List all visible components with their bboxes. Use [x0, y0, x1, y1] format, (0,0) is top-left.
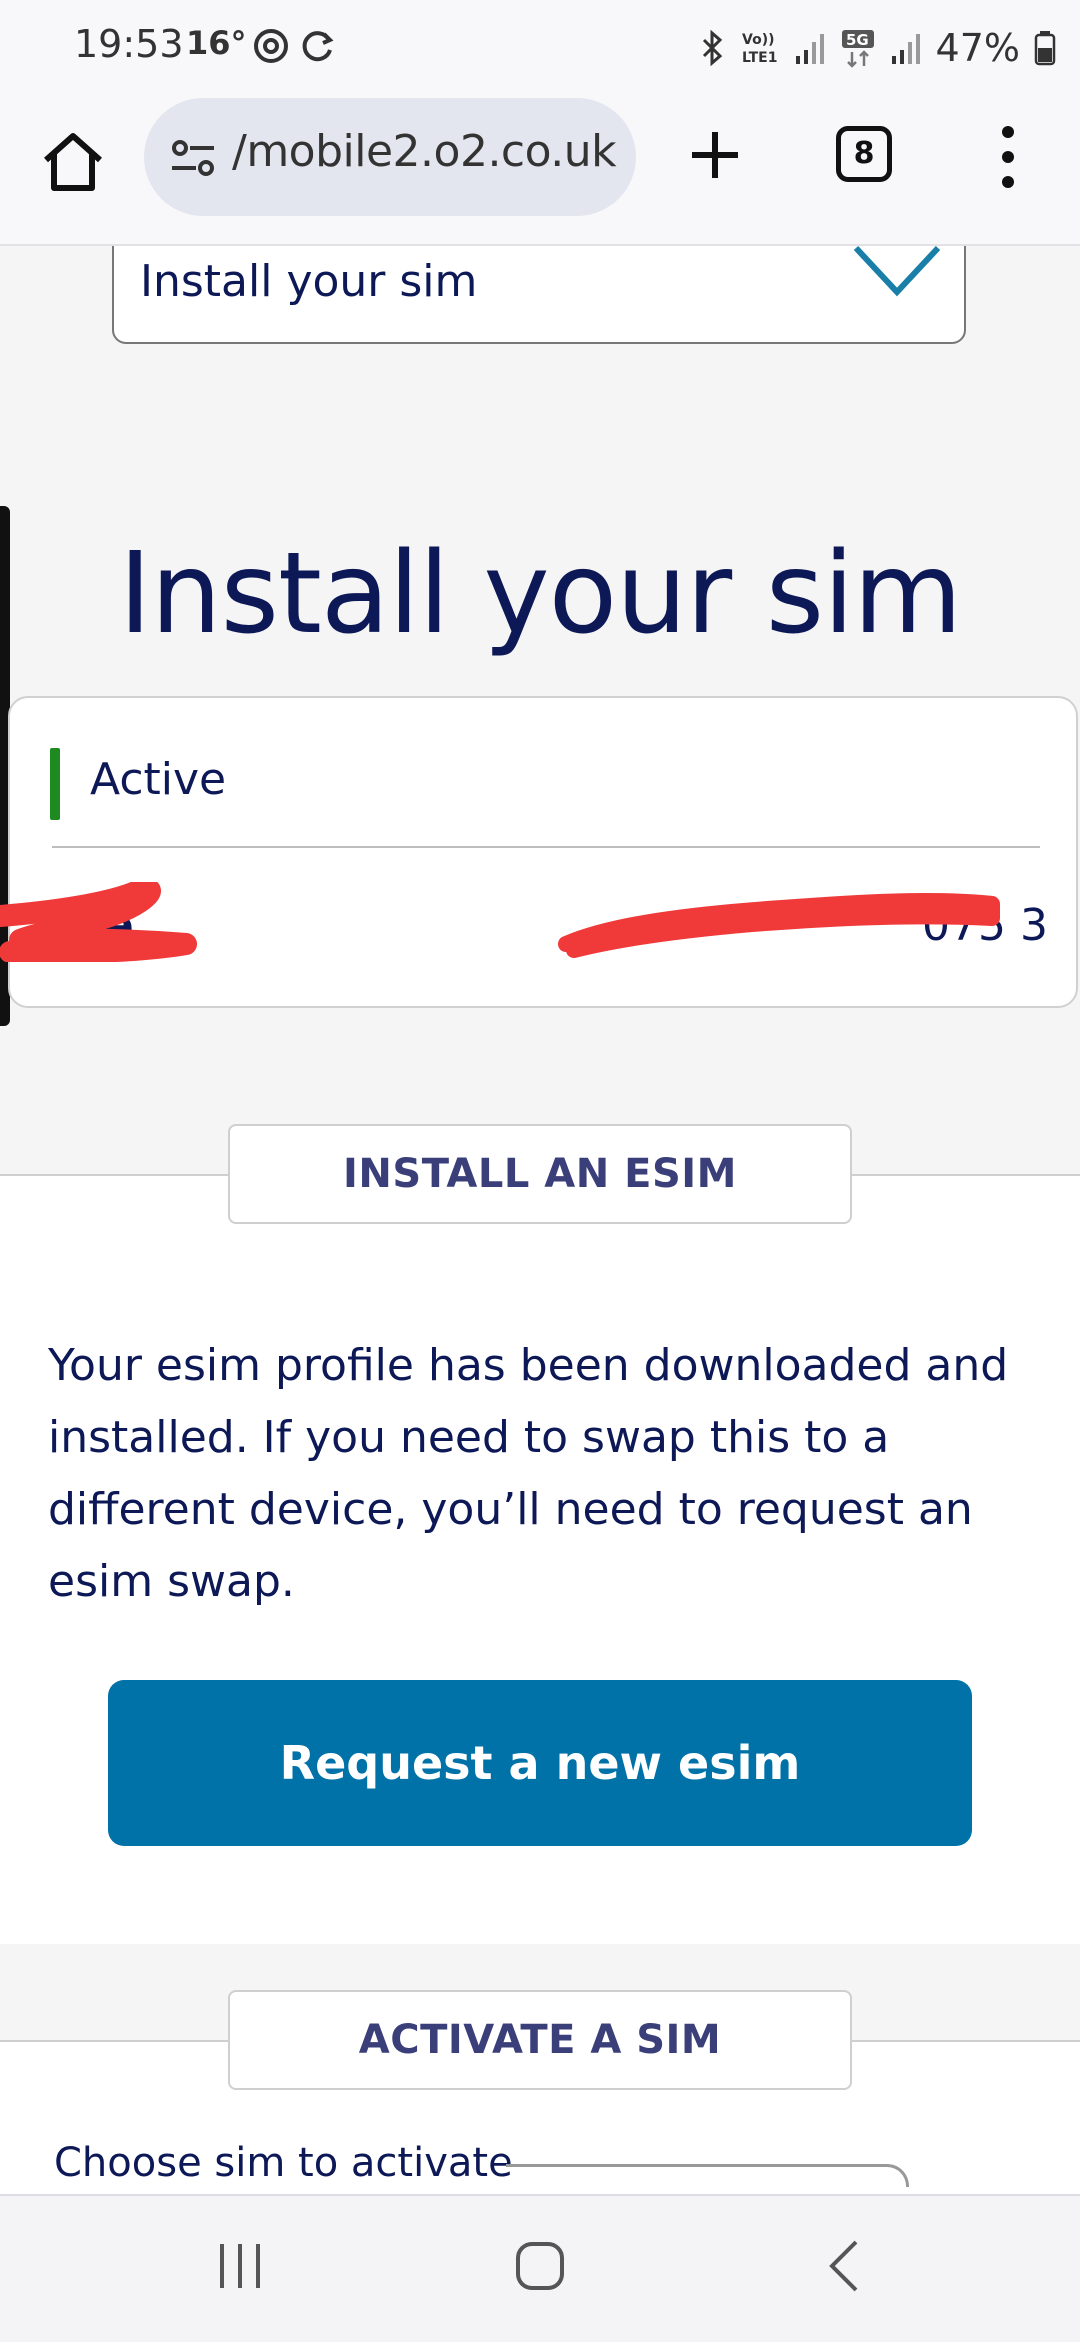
sim-status: Active	[90, 754, 227, 805]
section-dropdown[interactable]: Install your sim	[112, 246, 966, 344]
more-vert-icon[interactable]	[990, 122, 1026, 192]
tabs-icon[interactable]: 8	[836, 126, 892, 182]
signal-icon	[891, 34, 920, 64]
address-bar[interactable]: /mobile2.o2.co.uk	[144, 98, 636, 216]
status-time: 19:53	[74, 22, 184, 66]
card-divider	[52, 846, 1040, 848]
svg-text:Vo)): Vo))	[742, 32, 774, 48]
activate-sim-tab[interactable]: ACTIVATE A SIM	[228, 1990, 852, 2090]
home-circle-icon[interactable]	[510, 2236, 570, 2296]
5g-icon: 5G	[841, 30, 874, 68]
system-nav-bar	[0, 2194, 1080, 2342]
back-icon[interactable]	[816, 2236, 876, 2296]
volte-icon: Vo)) LTE1	[742, 32, 777, 66]
plus-icon[interactable]	[680, 120, 750, 190]
browser-toolbar: /mobile2.o2.co.uk 8	[0, 96, 1080, 246]
svg-text:LTE1: LTE1	[742, 50, 777, 66]
esim-description: Your esim profile has been downloaded an…	[48, 1340, 1009, 1607]
battery-percentage: 47%	[935, 26, 1020, 70]
threads-icon	[254, 29, 288, 63]
page-title: Install your sim	[118, 529, 963, 660]
choose-sim-label: Choose sim to activate	[54, 2140, 513, 2186]
tune-icon[interactable]	[168, 134, 218, 184]
home-icon[interactable]	[38, 126, 108, 196]
status-bar: 19:53 16° Vo)) LTE1 5G 47%	[0, 0, 1080, 96]
status-temperature: 16°	[186, 24, 247, 62]
bluetooth-icon	[702, 30, 722, 66]
dropdown-value: Install your sim	[140, 256, 478, 307]
battery-icon	[1034, 31, 1056, 66]
redaction-scribble	[558, 893, 1000, 958]
chevron-down-icon[interactable]	[852, 246, 942, 300]
web-page: Install your sim Install your sim Active…	[0, 246, 1080, 2194]
redaction-scribble	[0, 882, 197, 962]
request-new-esim-button[interactable]: Request a new esim	[108, 1680, 972, 1846]
status-right-group: Vo)) LTE1 5G 47%	[700, 20, 1056, 76]
recents-icon[interactable]	[210, 2236, 270, 2296]
url-text[interactable]: /mobile2.o2.co.uk	[232, 126, 617, 177]
install-esim-tab[interactable]: INSTALL AN ESIM	[228, 1124, 852, 1224]
active-indicator	[50, 748, 60, 820]
sync-icon	[302, 31, 334, 62]
sim-select-field[interactable]	[506, 2164, 909, 2187]
svg-text:5G: 5G	[846, 31, 869, 49]
signal-icon	[795, 34, 824, 64]
